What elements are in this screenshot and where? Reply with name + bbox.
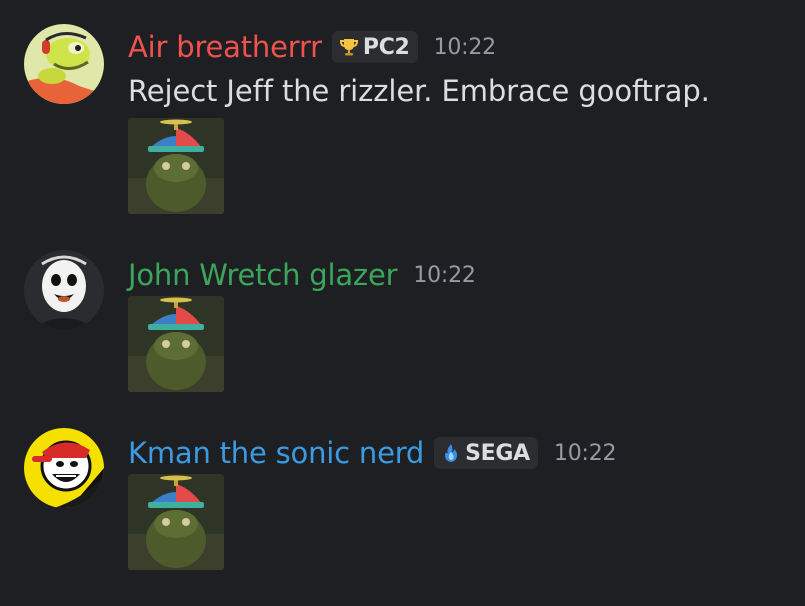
timestamp[interactable]: 10:22 [554, 441, 617, 466]
blue-flame-icon [445, 444, 458, 462]
tag-label: SEGA [465, 440, 530, 466]
tag-label: PC2 [362, 34, 410, 60]
username[interactable]: Kman the sonic nerd [128, 436, 424, 470]
timestamp[interactable]: 10:22 [434, 35, 497, 60]
image-attachment[interactable] [128, 296, 224, 392]
image-attachment[interactable] [128, 474, 224, 570]
username[interactable]: John Wretch glazer [128, 258, 398, 292]
avatar[interactable] [24, 24, 104, 104]
avatar[interactable] [24, 250, 104, 330]
chat-message-list: Air breatherrr PC2 10:22 Reject Jeff the… [0, 0, 805, 606]
image-attachment[interactable] [128, 118, 224, 214]
message-text: Reject Jeff the rizzler. Embrace gooftra… [128, 74, 710, 108]
server-tag[interactable]: PC2 [331, 31, 418, 63]
timestamp[interactable]: 10:22 [413, 263, 476, 288]
avatar[interactable] [24, 428, 104, 508]
username[interactable]: Air breatherrr [128, 30, 322, 64]
trophy-icon [339, 39, 358, 56]
server-tag[interactable]: SEGA [434, 437, 538, 469]
